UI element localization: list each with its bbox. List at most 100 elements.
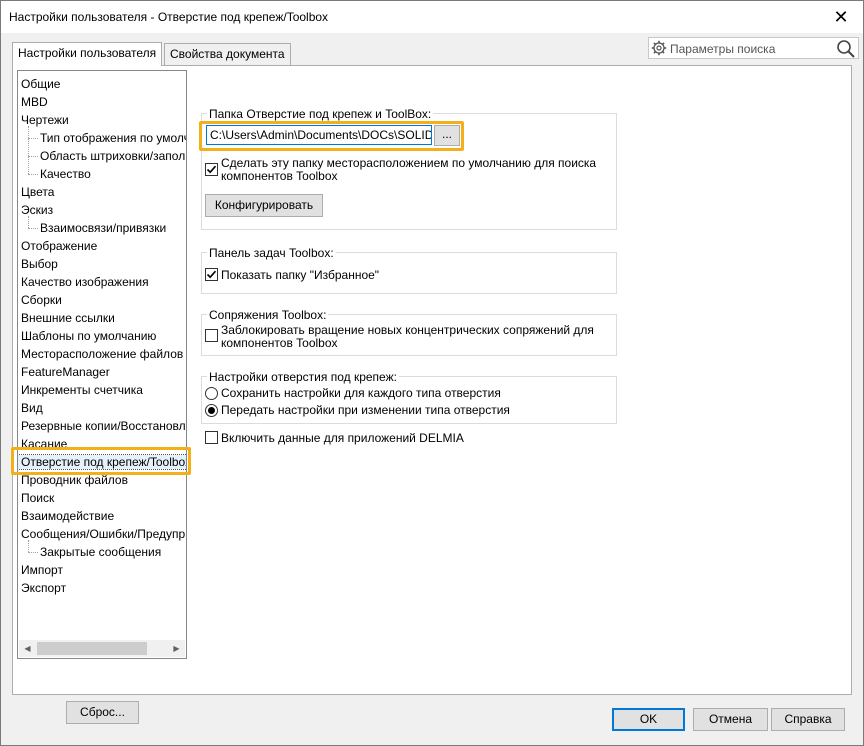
show-favorites-label: Показать папку "Избранное" <box>221 268 380 282</box>
tree-item-label: Закрытые сообщения <box>40 545 162 559</box>
tree-item[interactable]: Общие <box>18 75 60 93</box>
radio-dot-icon <box>208 407 215 414</box>
toolbox-path-input[interactable]: C:\Users\Admin\Documents\DOCs\SOLIDW <box>206 125 432 145</box>
group-caption: Сопряжения Toolbox: <box>207 308 329 322</box>
tree-item[interactable]: Качество изображения <box>18 273 149 291</box>
configure-button-label: Конфигурировать <box>214 198 314 212</box>
tree-item-label: Шаблоны по умолчанию <box>21 329 157 343</box>
tree-item[interactable]: Инкременты счетчика <box>18 381 143 399</box>
tab-label: Свойства документа <box>170 47 285 61</box>
tab-user-settings[interactable]: Настройки пользователя <box>12 42 163 66</box>
title-bar: Настройки пользователя - Отверстие под к… <box>1 1 863 33</box>
tree-horizontal-scrollbar[interactable]: ◀ ▶ <box>19 640 185 657</box>
tree-item[interactable]: Поиск <box>18 489 54 507</box>
tree-child-item[interactable]: Взаимосвязи/привязки <box>40 219 166 237</box>
checkmark-icon <box>206 270 217 279</box>
search-input[interactable]: Параметры поиска <box>670 42 775 56</box>
tree-child-item[interactable]: Закрытые сообщения <box>40 543 161 561</box>
tree-item[interactable]: FeatureManager <box>18 363 110 381</box>
tree-connector <box>28 156 38 157</box>
tree-item[interactable]: Взаимодействие <box>18 507 114 525</box>
browse-button[interactable]: ... <box>434 125 460 146</box>
transfer-settings-radio[interactable] <box>205 404 218 417</box>
close-icon[interactable]: ✕ <box>827 3 855 31</box>
tree-item-label: Вид <box>21 401 43 415</box>
tree-item-label: Сообщения/Ошибки/Предупр <box>21 527 186 541</box>
ok-button[interactable]: OK <box>612 708 685 731</box>
tree-item[interactable]: Экспорт <box>18 579 66 597</box>
tree-item[interactable]: Импорт <box>18 561 63 579</box>
help-button-label: Справка <box>784 712 832 726</box>
dialog-client: Настройки пользователя Свойства документ… <box>1 33 863 745</box>
scroll-right-icon[interactable]: ▶ <box>168 640 185 657</box>
tree-item[interactable]: Внешние ссылки <box>18 309 115 327</box>
tree-item[interactable]: Месторасположение файлов <box>18 345 183 363</box>
transfer-settings-label: Передать настройки при изменении типа от… <box>221 403 510 417</box>
tree-item-label: Внешние ссылки <box>21 311 115 325</box>
lock-rotation-checkbox[interactable] <box>205 329 218 342</box>
tree-connector <box>28 228 38 229</box>
options-tree[interactable]: Общие MBD Чертежи Тип отображения по умолч О… <box>17 70 187 659</box>
cancel-button[interactable]: Отмена <box>693 708 768 731</box>
tree-item[interactable]: Отображение <box>18 237 97 255</box>
tree-connector <box>28 552 38 553</box>
configure-button[interactable]: Конфигурировать <box>205 194 323 217</box>
show-favorites-checkbox[interactable] <box>205 268 218 281</box>
tree-connector <box>28 216 29 228</box>
tree-child-item[interactable]: Тип отображения по умолч <box>40 129 187 147</box>
tree-item[interactable]: Сборки <box>18 291 62 309</box>
tree-item[interactable]: Вид <box>18 399 43 417</box>
tree-item[interactable]: Цвета <box>18 183 54 201</box>
tree-connector <box>28 540 29 552</box>
selected-item-highlight <box>11 447 191 475</box>
tree-item-label: Тип отображения по умолч <box>40 131 187 145</box>
reset-button[interactable]: Сброс... <box>66 701 139 724</box>
reset-button-label: Сброс... <box>80 705 125 719</box>
tree-child-item[interactable]: Качество <box>40 165 91 183</box>
tree-child-item[interactable]: Область штриховки/запол <box>40 147 185 165</box>
tree-item-label: Импорт <box>21 563 63 577</box>
tree-item-label: Качество изображения <box>21 275 149 289</box>
scroll-thumb[interactable] <box>37 642 147 655</box>
tree-item-label: Проводник файлов <box>21 473 128 487</box>
tree-item-label: Месторасположение файлов <box>21 347 184 361</box>
tree-item[interactable]: Эскиз <box>18 201 53 219</box>
help-button[interactable]: Справка <box>771 708 845 731</box>
tree-item[interactable]: Шаблоны по умолчанию <box>18 327 156 345</box>
tree-item-label: Чертежи <box>21 113 69 127</box>
tree-item-label: Качество <box>40 167 91 181</box>
tree-item-label: Взаимосвязи/привязки <box>40 221 167 235</box>
tree-item-label: Область штриховки/запол <box>40 149 186 163</box>
tree-item[interactable]: Резервные копии/Восстановл <box>18 417 186 435</box>
tree-item-label: Поиск <box>21 491 55 505</box>
group-caption: Панель задач Toolbox: <box>207 246 336 260</box>
tree-connector <box>28 138 38 139</box>
tree-item-label: Отображение <box>21 239 98 253</box>
default-location-checkbox[interactable] <box>205 163 218 176</box>
lock-rotation-label-2: компонентов Toolbox <box>221 336 338 350</box>
tab-document-properties[interactable]: Свойства документа <box>164 43 291 65</box>
group-caption: Папка Отверстие под крепеж и ToolBox: <box>207 107 434 121</box>
tree-item-label: Взаимодействие <box>21 509 115 523</box>
tree-item-label: FeatureManager <box>21 365 110 379</box>
settings-dialog: Настройки пользователя - Отверстие под к… <box>0 0 864 746</box>
tree-connector <box>28 126 29 174</box>
tree-item[interactable]: MBD <box>18 93 48 111</box>
tree-item-label: Общие <box>21 77 61 91</box>
scroll-left-icon[interactable]: ◀ <box>19 640 36 657</box>
save-per-type-radio[interactable] <box>205 387 218 400</box>
tree-item[interactable]: Выбор <box>18 255 58 273</box>
tree-item[interactable]: Сообщения/Ошибки/Предупр <box>18 525 185 543</box>
search-icon[interactable] <box>836 39 856 59</box>
delmia-checkbox[interactable] <box>205 431 218 444</box>
window-title: Настройки пользователя - Отверстие под к… <box>9 10 329 24</box>
tab-panel: Общие MBD Чертежи Тип отображения по умолч О… <box>11 65 852 724</box>
ok-button-label: OK <box>639 712 658 726</box>
tree-item-label: Эскиз <box>21 203 54 217</box>
tree-item-label: MBD <box>21 95 48 109</box>
tree-item-label: Экспорт <box>21 581 67 595</box>
tree-connector <box>28 174 38 175</box>
search-box[interactable]: Параметры поиска <box>648 37 859 59</box>
tree-item[interactable]: Чертежи <box>18 111 69 129</box>
tree-item-label: Цвета <box>21 185 55 199</box>
